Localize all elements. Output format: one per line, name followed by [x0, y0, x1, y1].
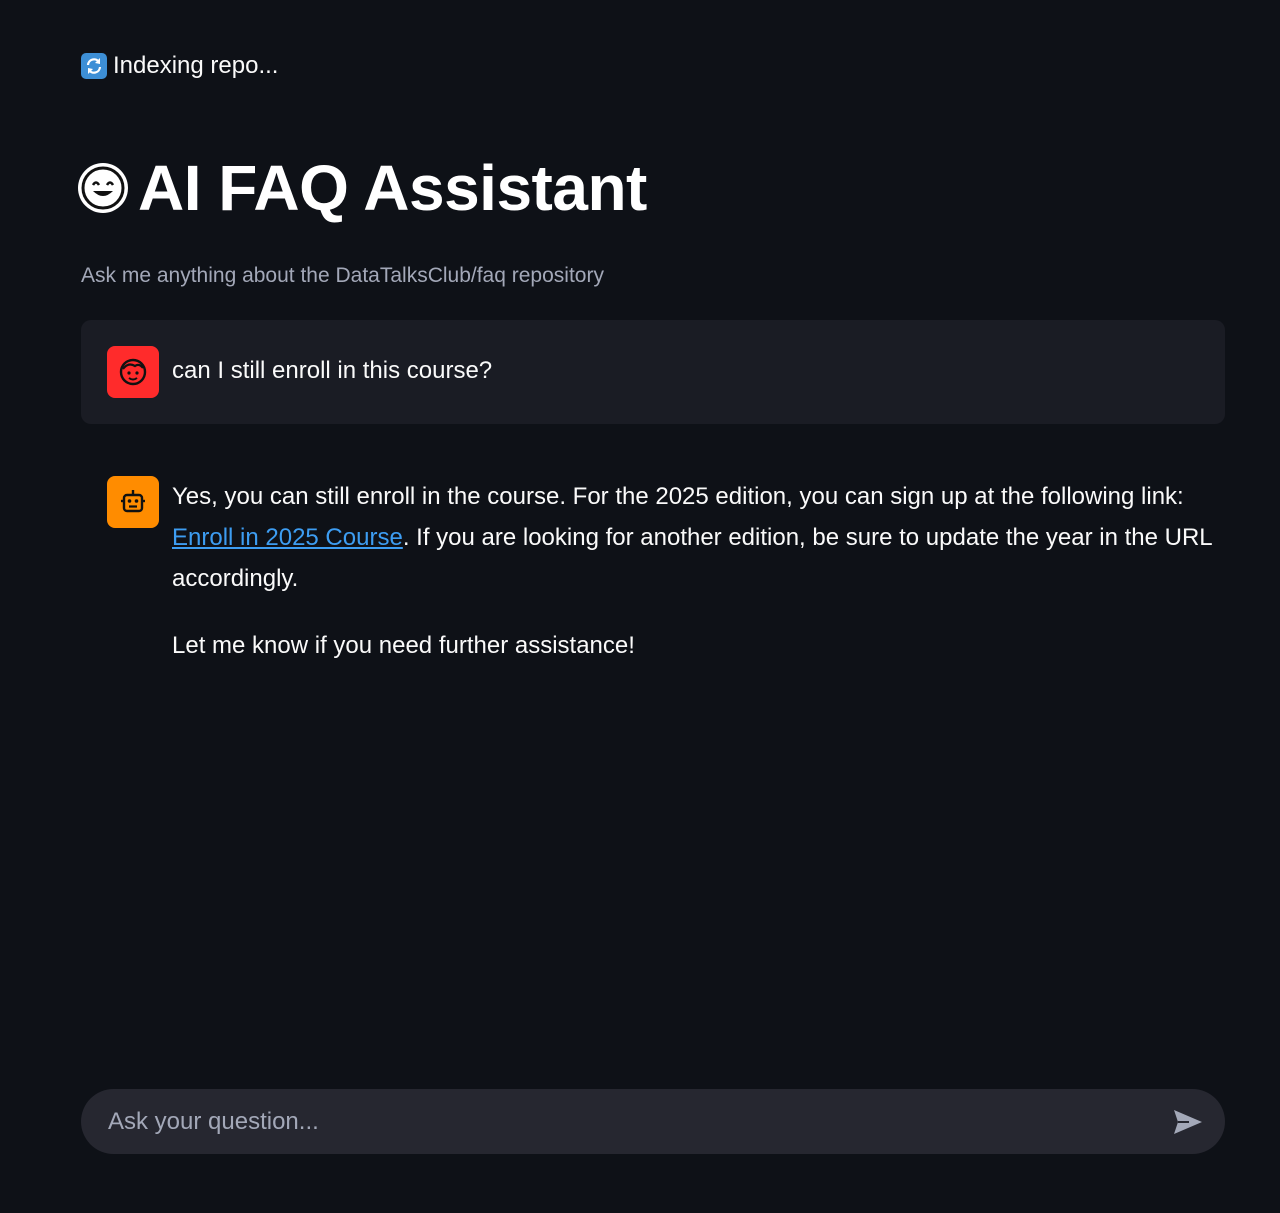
app-root: Indexing repo... AI FAQ Assistant Ask me…: [0, 0, 1280, 1213]
robot-icon: [121, 490, 145, 513]
user-message-text: can I still enroll in this course?: [172, 357, 493, 384]
chat-input[interactable]: [108, 1089, 1158, 1154]
grinning-face-icon: [78, 163, 128, 213]
chat-input-container: [81, 1089, 1225, 1154]
page-header: AI FAQ Assistant: [78, 150, 647, 226]
user-avatar: [107, 346, 159, 398]
user-face-icon: [119, 358, 147, 386]
status-text: Indexing repo...: [113, 52, 279, 79]
user-message: can I still enroll in this course?: [81, 320, 1225, 424]
refresh-icon: [81, 53, 107, 79]
status-indicator: Indexing repo...: [81, 50, 278, 82]
assistant-paragraph-2: Let me know if you need further assistan…: [172, 632, 635, 659]
assistant-text-before-link: Yes, you can still enroll in the course.…: [172, 483, 1184, 510]
send-button[interactable]: [1171, 1105, 1205, 1139]
send-icon: [1174, 1110, 1202, 1134]
page-subtitle: Ask me anything about the DataTalksClub/…: [81, 264, 604, 287]
assistant-avatar: [107, 476, 159, 528]
assistant-message: Yes, you can still enroll in the course.…: [172, 476, 1232, 692]
assistant-paragraph-1: Yes, you can still enroll in the course.…: [172, 476, 1232, 599]
page-title: AI FAQ Assistant: [138, 152, 647, 224]
enroll-link[interactable]: Enroll in 2025 Course: [172, 524, 403, 551]
